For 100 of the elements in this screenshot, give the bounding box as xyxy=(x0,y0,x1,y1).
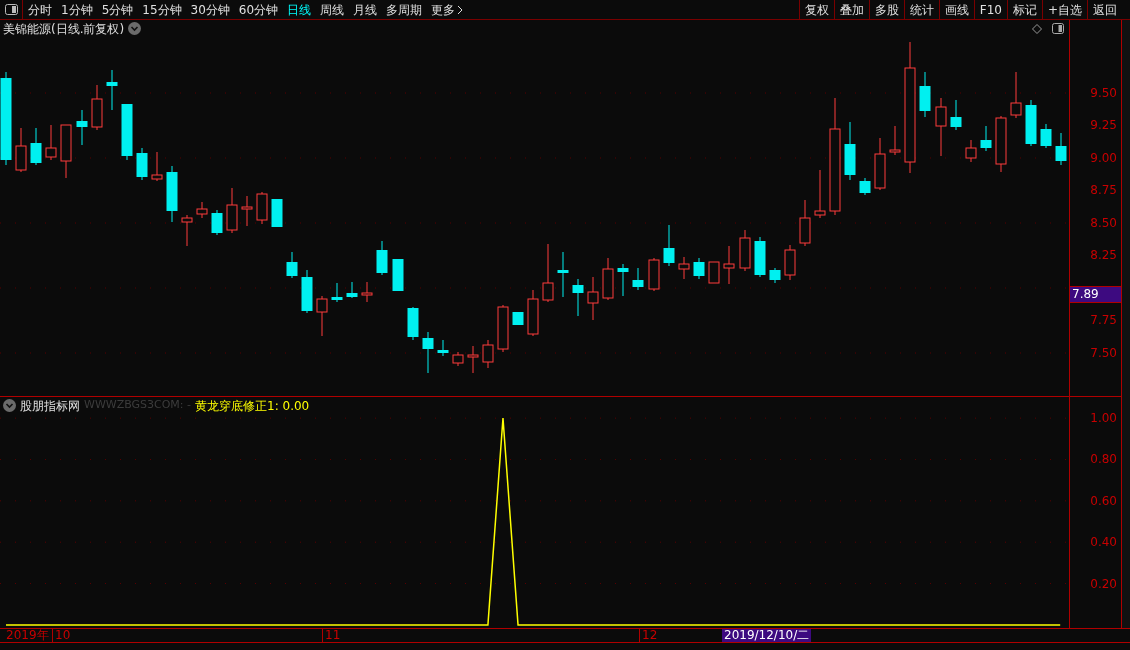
toolbar-button[interactable]: 返回 xyxy=(1087,0,1122,19)
candlestick xyxy=(45,124,57,161)
price-tick-label: 7.75 xyxy=(1090,314,1117,326)
indicator-tick-label: 0.60 xyxy=(1090,494,1117,507)
month-label: 10 xyxy=(52,629,71,642)
candlestick xyxy=(407,306,419,341)
panel-icon[interactable] xyxy=(1052,23,1064,34)
period-tab[interactable]: 1分钟 xyxy=(61,3,93,16)
candlestick xyxy=(648,257,660,292)
toolbar-button[interactable]: +自选 xyxy=(1041,0,1087,19)
candlestick xyxy=(799,199,811,247)
period-tab[interactable]: 日线 xyxy=(287,3,312,16)
candlestick xyxy=(754,236,766,278)
indicator-reading: 黄龙穿底修正1: 0.00 xyxy=(195,397,310,415)
candlestick xyxy=(482,339,494,369)
candlestick xyxy=(452,351,464,367)
candlestick xyxy=(271,198,283,228)
candlestick xyxy=(136,147,148,181)
candlestick xyxy=(572,278,584,317)
candlestick xyxy=(784,244,796,281)
candlestick xyxy=(166,165,178,223)
toolbar-button[interactable]: 多股 xyxy=(868,0,904,19)
candlestick xyxy=(1040,123,1052,149)
candlestick xyxy=(965,139,977,163)
candlestick xyxy=(587,276,599,321)
candlestick xyxy=(512,311,524,326)
candlestick xyxy=(859,177,871,196)
candlestick xyxy=(121,103,133,161)
month-label: 12 xyxy=(639,629,658,642)
period-tab[interactable]: 30分钟 xyxy=(190,3,230,16)
period-tab[interactable]: 月线 xyxy=(353,3,378,16)
price-tick-label: 8.50 xyxy=(1090,217,1117,229)
period-tab[interactable]: 15分钟 xyxy=(142,3,182,16)
candlestick xyxy=(196,201,208,219)
candlestick xyxy=(980,125,992,152)
candlestick xyxy=(226,187,238,234)
dropdown-icon[interactable] xyxy=(3,399,16,412)
candlestick xyxy=(739,229,751,272)
price-tick-label: 8.25 xyxy=(1090,249,1117,261)
toolbar-button[interactable]: 复权 xyxy=(798,0,834,19)
period-tab[interactable]: 分时 xyxy=(28,3,52,16)
candlestick xyxy=(1055,132,1067,166)
toolbar-button[interactable]: F10 xyxy=(973,0,1007,19)
candlestick xyxy=(106,69,118,111)
toolbar-button[interactable]: 画线 xyxy=(938,0,974,19)
period-tab[interactable]: 多周期 xyxy=(386,3,423,16)
diamond-icon[interactable] xyxy=(1032,23,1042,34)
candlestick xyxy=(1025,99,1037,147)
candlestick xyxy=(15,127,27,173)
period-tab[interactable]: 周线 xyxy=(320,3,345,16)
price-tick-label: 9.00 xyxy=(1090,152,1117,164)
stock-title: 美锦能源(日线.前复权) xyxy=(3,20,125,38)
cursor-date-label: 2019/12/10/二 xyxy=(722,629,812,642)
candlestick xyxy=(256,191,268,225)
candlestick xyxy=(376,240,388,276)
candlestick xyxy=(1010,71,1022,119)
candlestick xyxy=(889,125,901,156)
period-tab[interactable]: 更多 xyxy=(431,3,464,16)
indicator-tick-label: 0.80 xyxy=(1090,453,1117,466)
candlestick xyxy=(995,115,1007,173)
candlestick xyxy=(632,267,644,291)
candlestick xyxy=(542,243,554,303)
dropdown-icon[interactable] xyxy=(128,22,142,35)
candlestick xyxy=(181,214,193,247)
candlestick xyxy=(467,345,479,374)
year-label: 2019年 xyxy=(6,629,49,642)
period-tab[interactable]: 60分钟 xyxy=(238,3,279,16)
indicator-name: 股朋指标网 xyxy=(20,397,80,415)
current-price-label: 7.89 xyxy=(1070,286,1121,303)
candlestick xyxy=(769,267,781,284)
candlestick xyxy=(91,84,103,131)
candlestick xyxy=(844,121,856,181)
candlestick xyxy=(76,109,88,146)
candlestick xyxy=(331,282,343,303)
period-tab[interactable]: 5分钟 xyxy=(101,3,134,16)
indicator-tick-label: 0.40 xyxy=(1090,536,1117,549)
price-tick-label: 7.50 xyxy=(1090,347,1117,359)
candlestick xyxy=(286,251,298,279)
candlestick xyxy=(557,251,569,298)
candlestick xyxy=(497,304,509,353)
candlestick xyxy=(950,99,962,131)
candlestick xyxy=(693,257,705,280)
toolbar-button[interactable]: 标记 xyxy=(1006,0,1042,19)
candlestick xyxy=(346,281,358,299)
candlestick xyxy=(663,224,675,267)
candlestick xyxy=(30,127,42,166)
price-tick-label: 9.50 xyxy=(1090,87,1117,99)
candlestick xyxy=(422,331,434,374)
month-label: 11 xyxy=(322,629,341,642)
candlestick xyxy=(814,169,826,219)
candlestick xyxy=(708,261,720,284)
candlestick xyxy=(437,339,449,357)
price-tick-label: 9.25 xyxy=(1090,119,1117,131)
candlestick xyxy=(617,263,629,297)
toolbar-button[interactable]: 叠加 xyxy=(833,0,869,19)
toolbar-button[interactable]: 统计 xyxy=(903,0,939,19)
candlestick xyxy=(241,195,253,227)
price-tick-label: 8.75 xyxy=(1090,184,1117,196)
candlestick xyxy=(151,151,163,182)
indicator-tick-label: 0.20 xyxy=(1090,577,1117,590)
